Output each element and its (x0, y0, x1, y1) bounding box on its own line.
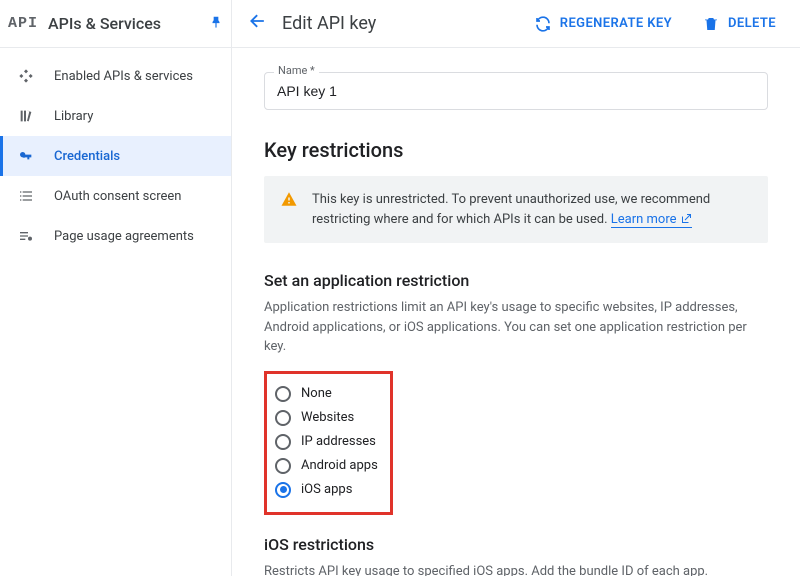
warning-box: This key is unrestricted. To prevent una… (264, 176, 768, 243)
trash-icon (702, 15, 720, 33)
library-icon (16, 108, 36, 124)
radio-option-ios-apps[interactable]: iOS apps (275, 478, 378, 502)
sidebar-nav: Enabled APIs & services Library Credenti… (0, 48, 231, 256)
warning-icon (280, 190, 298, 215)
radio-icon (275, 410, 291, 426)
warning-text: This key is unrestricted. To prevent una… (312, 190, 752, 229)
sidebar: API APIs & Services Enabled APIs & servi… (0, 0, 232, 576)
product-logo: API (8, 15, 38, 32)
sidebar-title: APIs & Services (48, 14, 199, 33)
radio-option-none[interactable]: None (275, 382, 378, 406)
radio-option-websites[interactable]: Websites (275, 406, 378, 430)
consent-icon (16, 188, 36, 204)
settings-icon (16, 228, 36, 244)
sidebar-item-label: Page usage agreements (54, 229, 194, 244)
regenerate-key-button[interactable]: Regenerate Key (526, 9, 680, 39)
sidebar-item-credentials[interactable]: Credentials (0, 136, 231, 176)
sidebar-item-label: Enabled APIs & services (54, 69, 193, 84)
sidebar-item-label: Library (54, 109, 93, 124)
key-restrictions-heading: Key restrictions (264, 138, 768, 162)
ios-restrictions-heading: iOS restrictions (264, 535, 768, 554)
diamond-icon (16, 68, 36, 84)
sidebar-item-enabled-apis[interactable]: Enabled APIs & services (0, 56, 231, 96)
name-field: Name * (264, 72, 768, 110)
delete-button[interactable]: Delete (694, 9, 784, 39)
back-arrow-icon[interactable] (248, 11, 268, 36)
radio-option-ip-addresses[interactable]: IP addresses (275, 430, 378, 454)
content: Name * Key restrictions This key is unre… (232, 48, 800, 576)
sidebar-item-library[interactable]: Library (0, 96, 231, 136)
sidebar-item-label: OAuth consent screen (54, 189, 181, 204)
radio-icon (275, 386, 291, 402)
refresh-icon (534, 15, 552, 33)
page-title: Edit API key (282, 13, 512, 34)
name-label: Name * (274, 64, 319, 77)
sidebar-item-page-usage[interactable]: Page usage agreements (0, 216, 231, 256)
external-link-icon (680, 213, 692, 225)
sidebar-item-oauth[interactable]: OAuth consent screen (0, 176, 231, 216)
main: Edit API key Regenerate Key Delete Name … (232, 0, 800, 576)
sidebar-item-label: Credentials (54, 149, 120, 164)
topbar: Edit API key Regenerate Key Delete (232, 0, 800, 48)
sidebar-header: API APIs & Services (0, 0, 231, 48)
radio-icon (275, 482, 291, 498)
radio-option-android-apps[interactable]: Android apps (275, 454, 378, 478)
radio-icon (275, 434, 291, 450)
pin-icon[interactable] (209, 14, 223, 33)
learn-more-link[interactable]: Learn more (611, 212, 692, 228)
name-input[interactable] (264, 72, 768, 110)
application-restriction-radio-group: None Websites IP addresses Android apps … (264, 371, 393, 515)
key-icon (16, 148, 36, 164)
ios-restrictions-help: Restricts API key usage to specified iOS… (264, 562, 768, 576)
app-restriction-heading: Set an application restriction (264, 271, 768, 290)
radio-icon (275, 458, 291, 474)
app-restriction-help: Application restrictions limit an API ke… (264, 298, 768, 357)
